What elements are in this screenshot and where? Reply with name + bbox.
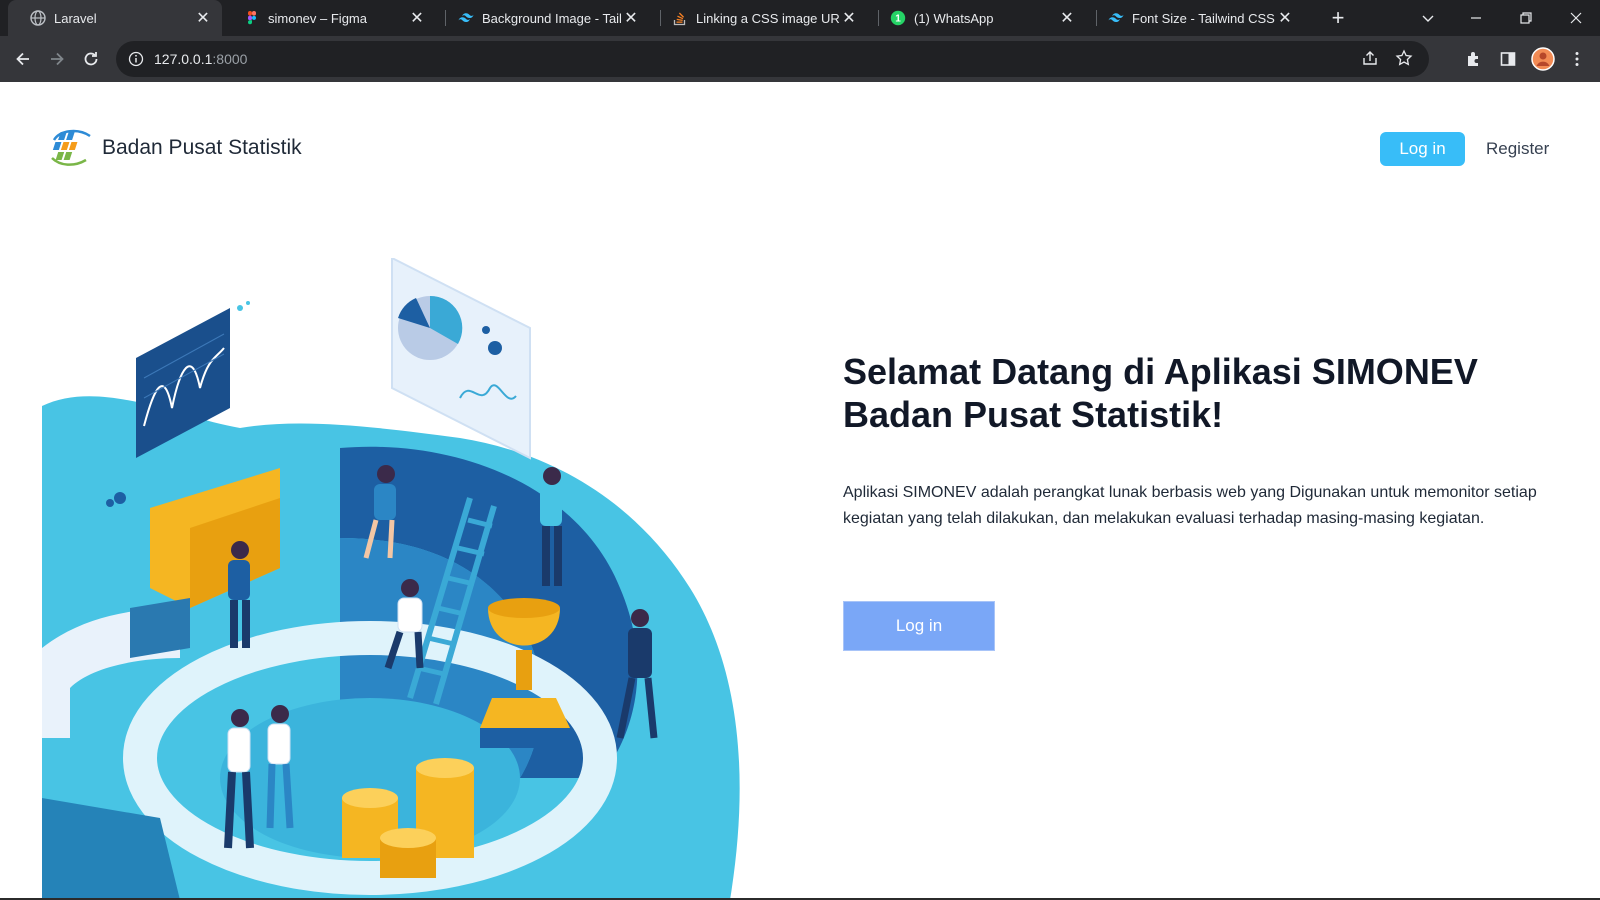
info-icon[interactable]: [128, 51, 144, 67]
close-icon[interactable]: ✕: [1058, 9, 1076, 27]
address-bar[interactable]: 127.0.0.1:8000: [116, 41, 1429, 77]
close-icon[interactable]: ✕: [622, 9, 640, 27]
url-host: 127.0.0.1: [154, 51, 213, 67]
nav-register-link[interactable]: Register: [1486, 132, 1549, 166]
hero-title-line-2: Badan Pusat Statistik!: [843, 394, 1224, 435]
more-vert-icon: [1575, 52, 1579, 66]
stackoverflow-icon: [673, 12, 686, 26]
new-tab-button[interactable]: +: [1326, 6, 1350, 30]
forward-button[interactable]: [43, 45, 71, 73]
browser-toolbar: 127.0.0.1:8000: [0, 36, 1600, 82]
reload-icon: [84, 52, 98, 66]
reload-button[interactable]: [77, 45, 105, 73]
tab-title: Laravel: [54, 10, 97, 26]
tab-figma[interactable]: simonev – Figma ✕: [222, 0, 436, 36]
close-icon[interactable]: ✕: [408, 9, 426, 27]
share-button[interactable]: [1361, 49, 1379, 72]
brand-name: Badan Pusat Statistik: [102, 136, 302, 159]
minimize-button[interactable]: [1452, 0, 1500, 36]
extensions-button[interactable]: [1460, 45, 1488, 73]
avatar-icon: [1531, 47, 1555, 71]
hero-illustration: [42, 258, 740, 900]
page-content: Badan Pusat Statistik Log in Register Se…: [0, 82, 1600, 900]
close-icon[interactable]: ✕: [194, 9, 212, 27]
bookmark-button[interactable]: [1395, 49, 1413, 72]
pie-chart-board: [391, 258, 531, 460]
side-panel-icon: [1500, 52, 1516, 66]
globe-icon: [30, 10, 46, 26]
hero-description: Aplikasi SIMONEV adalah perangkat lunak …: [843, 484, 1537, 527]
tab-title: Background Image - Tailwi: [482, 10, 622, 26]
tab-title: Linking a CSS image URL i: [696, 10, 840, 26]
figma-icon: [248, 11, 256, 25]
side-panel-button[interactable]: [1494, 45, 1522, 73]
back-button[interactable]: [9, 45, 37, 73]
puzzle-icon: [1468, 52, 1478, 66]
close-icon[interactable]: ✕: [840, 9, 858, 27]
tab-strip: Laravel ✕ simonev – Figma ✕ Background I…: [0, 0, 1600, 36]
tab-title: (1) WhatsApp: [914, 10, 994, 26]
tab-tailwind-background[interactable]: Background Image - Tailwi ✕: [436, 0, 650, 36]
svg-text:1: 1: [895, 14, 901, 25]
tab-title: Font Size - Tailwind CSS: [1132, 10, 1275, 26]
tab-title: simonev – Figma: [268, 10, 367, 26]
close-window-button[interactable]: [1552, 0, 1600, 36]
arrow-right-icon: [51, 52, 64, 66]
star-icon: [1395, 49, 1413, 66]
whatsapp-icon: 1: [890, 10, 906, 26]
brand[interactable]: Badan Pusat Statistik: [48, 128, 302, 168]
minimize-icon: [1471, 17, 1481, 19]
close-icon[interactable]: ✕: [1276, 9, 1294, 27]
hero-login-button[interactable]: Log in: [843, 601, 995, 651]
restore-button[interactable]: [1502, 0, 1550, 36]
share-icon: [1363, 51, 1377, 65]
url-port: :8000: [212, 51, 248, 67]
chevron-down-icon: [1422, 15, 1434, 22]
menu-button[interactable]: [1563, 45, 1591, 73]
tab-stackoverflow[interactable]: Linking a CSS image URL i ✕: [650, 0, 868, 36]
tailwind-icon: [1108, 13, 1124, 22]
close-icon: [1570, 12, 1582, 24]
arrow-left-icon: [16, 52, 29, 66]
restore-icon: [1520, 12, 1532, 24]
nav-login-button[interactable]: Log in: [1380, 132, 1465, 166]
tab-tailwind-fontsize[interactable]: Font Size - Tailwind CSS ✕: [1086, 0, 1304, 36]
tailwind-icon: [458, 13, 474, 22]
tab-laravel[interactable]: Laravel ✕: [8, 0, 222, 36]
hero-title: Selamat Datang di Aplikasi SIMONEV Badan…: [843, 350, 1543, 436]
hero-title-line-1: Selamat Datang di Aplikasi SIMONEV: [843, 351, 1478, 392]
tab-whatsapp[interactable]: 1 (1) WhatsApp ✕: [868, 0, 1086, 36]
tab-search-button[interactable]: [1404, 0, 1452, 36]
bps-logo: [51, 129, 91, 166]
profile-avatar[interactable]: [1529, 45, 1557, 73]
